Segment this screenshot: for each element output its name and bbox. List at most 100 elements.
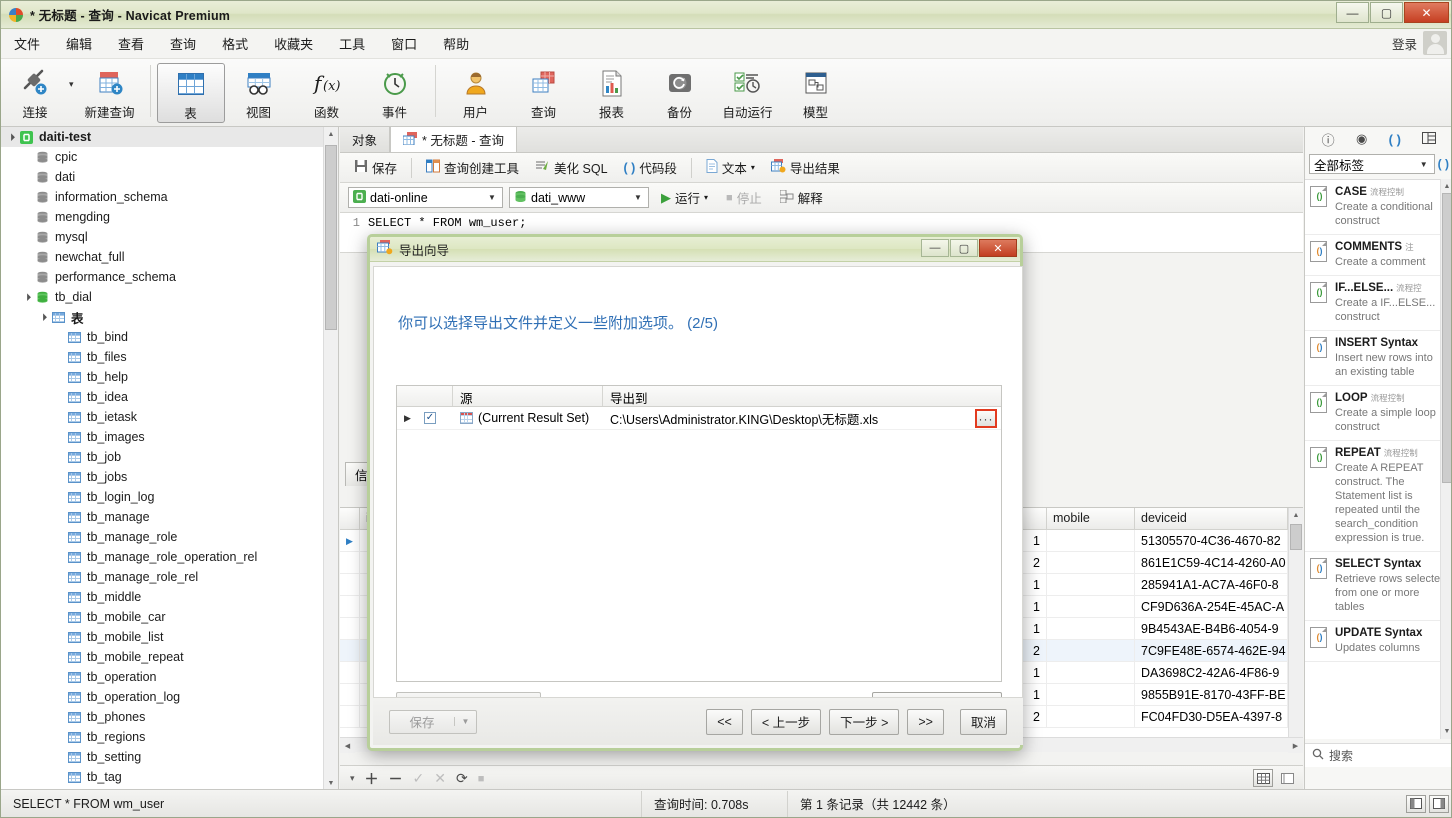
chevron-down-icon[interactable]: ▾ bbox=[350, 773, 355, 784]
menu-item-file[interactable]: 文件 bbox=[1, 30, 53, 57]
grid-vertical-scrollbar[interactable]: ▲ ▼ bbox=[1288, 508, 1303, 753]
toolbar-query[interactable]: 查询 bbox=[510, 63, 578, 123]
snippet-scroll-up-icon[interactable]: ▲ bbox=[1441, 179, 1452, 194]
export-row[interactable]: ▶✓(Current Result Set)C:\Users\Administr… bbox=[397, 407, 1001, 430]
grid-scroll-right-icon[interactable]: ▶ bbox=[1288, 738, 1303, 753]
cell-mobile[interactable] bbox=[1047, 640, 1135, 662]
toolbar-view[interactable]: 视图 bbox=[225, 63, 293, 123]
prev-step-button[interactable]: < 上一步 bbox=[751, 709, 821, 735]
toggle-left-panel-button[interactable] bbox=[1406, 795, 1426, 813]
last-step-button[interactable]: >> bbox=[907, 709, 944, 735]
tree-item-tb_manage_role_operation_rel[interactable]: tb_manage_role_operation_rel bbox=[1, 547, 338, 567]
menu-item-favorites[interactable]: 收藏夹 bbox=[261, 30, 326, 57]
toolbar-table[interactable]: 表 bbox=[157, 63, 225, 123]
toggle-right-panel-button[interactable] bbox=[1429, 795, 1449, 813]
minimize-button[interactable]: — bbox=[1336, 2, 1369, 23]
add-snippet-icon[interactable]: ( ) bbox=[1438, 157, 1449, 171]
tree-item-tb_manage_role[interactable]: tb_manage_role bbox=[1, 527, 338, 547]
tree-item-tb_job[interactable]: tb_job bbox=[1, 447, 338, 467]
tree-item-tb_manage[interactable]: tb_manage bbox=[1, 507, 338, 527]
grid-scroll-up-icon[interactable]: ▲ bbox=[1289, 508, 1303, 523]
tree-item-tb_ietask[interactable]: tb_ietask bbox=[1, 407, 338, 427]
tree-item-tb_manage_role_rel[interactable]: tb_manage_role_rel bbox=[1, 567, 338, 587]
chevron-down-icon[interactable]: ▼ bbox=[1416, 160, 1432, 169]
tree-item-tb_tag[interactable]: tb_tag bbox=[1, 767, 338, 787]
cell-mobile[interactable] bbox=[1047, 530, 1135, 552]
grid-scroll-thumb[interactable] bbox=[1290, 524, 1302, 550]
cell-deviceid[interactable]: 285941A1-AC7A-46F0-8 bbox=[1135, 574, 1288, 596]
cell-deviceid[interactable]: 51305570-4C36-4670-82 bbox=[1135, 530, 1288, 552]
info-icon[interactable]: ⓘ bbox=[1322, 130, 1335, 149]
tree-item-tb_mobile_repeat[interactable]: tb_mobile_repeat bbox=[1, 647, 338, 667]
tree-item-mengding[interactable]: mengding bbox=[1, 207, 338, 227]
export-col-target[interactable]: 导出到 bbox=[603, 386, 1001, 406]
refresh-icon[interactable]: ⟳ bbox=[456, 770, 468, 787]
add-record-icon[interactable]: ＋ bbox=[365, 769, 379, 789]
cell-mobile[interactable] bbox=[1047, 684, 1135, 706]
list-item[interactable]: ()SELECT SyntaxRetrieve rows selected fr… bbox=[1305, 552, 1452, 621]
grid-scroll-left-icon[interactable]: ◀ bbox=[340, 738, 355, 753]
toolbar-event[interactable]: 事件 bbox=[361, 63, 429, 123]
snippet-scroll-thumb[interactable] bbox=[1442, 193, 1452, 483]
tree-expander-icon[interactable]: ◢ bbox=[4, 130, 18, 144]
snippet-search-input[interactable]: 搜索 bbox=[1329, 747, 1353, 764]
snippet-tag-select[interactable]: 全部标签 ▼ bbox=[1309, 154, 1435, 174]
cell-deviceid[interactable]: CF9D636A-254E-45AC-A bbox=[1135, 596, 1288, 618]
list-item[interactable]: ()LOOP流程控制Create a simple loop construct bbox=[1305, 386, 1452, 441]
grid-view-button[interactable] bbox=[1253, 769, 1273, 787]
menu-item-tools[interactable]: 工具 bbox=[326, 30, 378, 57]
menu-item-format[interactable]: 格式 bbox=[209, 30, 261, 57]
code-icon[interactable]: ( ) bbox=[1389, 132, 1401, 147]
object-tree-panel[interactable]: ◢daiti-testcpicdatiinformation_schemamen… bbox=[1, 127, 339, 791]
tree-item-daiti-test[interactable]: ◢daiti-test bbox=[1, 127, 338, 147]
cell-mobile[interactable] bbox=[1047, 574, 1135, 596]
menu-item-query[interactable]: 查询 bbox=[157, 30, 209, 57]
tree-scrollbar[interactable]: ▲ ▼ bbox=[323, 127, 338, 791]
tree-item-cpic[interactable]: cpic bbox=[1, 147, 338, 167]
cell-mobile[interactable] bbox=[1047, 552, 1135, 574]
snippet-scrollbar[interactable]: ▲ ▼ bbox=[1440, 179, 1452, 739]
menu-item-window[interactable]: 窗口 bbox=[378, 30, 430, 57]
export-row-checkbox[interactable]: ✓ bbox=[417, 407, 453, 430]
toolbar-report[interactable]: 报表 bbox=[578, 63, 646, 123]
cell-deviceid[interactable]: DA3698C2-42A6-4F86-9 bbox=[1135, 662, 1288, 684]
tree-scroll-up-icon[interactable]: ▲ bbox=[324, 127, 338, 142]
toolbar-function[interactable]: f(x) 函数 bbox=[293, 63, 361, 123]
tree-item-tb_operation[interactable]: tb_operation bbox=[1, 667, 338, 687]
tree-item-tb_jobs[interactable]: tb_jobs bbox=[1, 467, 338, 487]
list-item[interactable]: ()UPDATE SyntaxUpdates columns bbox=[1305, 621, 1452, 662]
export-col-source[interactable]: 源 bbox=[453, 386, 603, 406]
tree-item-[interactable]: ◢表 bbox=[1, 307, 338, 327]
list-item[interactable]: ()INSERT SyntaxInsert new rows into an e… bbox=[1305, 331, 1452, 386]
tree-expander-icon[interactable]: ◢ bbox=[36, 310, 50, 324]
tree-item-tb_regions[interactable]: tb_regions bbox=[1, 727, 338, 747]
cell-mobile[interactable] bbox=[1047, 662, 1135, 684]
structure-icon[interactable] bbox=[1422, 132, 1436, 147]
tree-item-tb_bind[interactable]: tb_bind bbox=[1, 327, 338, 347]
tree-item-newchat_full[interactable]: newchat_full bbox=[1, 247, 338, 267]
list-item[interactable]: ()IF...ELSE...流程控Create a IF...ELSE... c… bbox=[1305, 276, 1452, 331]
tree-item-tb_middle[interactable]: tb_middle bbox=[1, 587, 338, 607]
column-header-deviceid[interactable]: deviceid bbox=[1135, 508, 1288, 529]
toolbar-model[interactable]: 模型 bbox=[782, 63, 850, 123]
cancel-button[interactable]: 取消 bbox=[960, 709, 1007, 735]
toolbar-user[interactable]: 用户 bbox=[442, 63, 510, 123]
toolbar-automation[interactable]: 自动运行 bbox=[714, 63, 782, 123]
tree-item-tb_images[interactable]: tb_images bbox=[1, 427, 338, 447]
chevron-down-icon[interactable]: ▼ bbox=[454, 717, 476, 726]
dialog-maximize-button[interactable]: ▢ bbox=[950, 239, 978, 257]
tree-item-tb_idea[interactable]: tb_idea bbox=[1, 387, 338, 407]
close-button[interactable]: ✕ bbox=[1404, 2, 1449, 23]
tree-item-tb_mobile_car[interactable]: tb_mobile_car bbox=[1, 607, 338, 627]
cell-deviceid[interactable]: 9B4543AE-B4B6-4054-9 bbox=[1135, 618, 1288, 640]
tree-item-performance_schema[interactable]: performance_schema bbox=[1, 267, 338, 287]
object-tree[interactable]: ◢daiti-testcpicdatiinformation_schemamen… bbox=[1, 127, 338, 787]
tree-item-tb_mobile_list[interactable]: tb_mobile_list bbox=[1, 627, 338, 647]
tree-item-information_schema[interactable]: information_schema bbox=[1, 187, 338, 207]
export-row-target[interactable]: C:\Users\Administrator.KING\Desktop\无标题.… bbox=[603, 407, 1001, 430]
dialog-minimize-button[interactable]: — bbox=[921, 239, 949, 257]
toolbar-new-query[interactable]: 新建查询 bbox=[76, 63, 144, 123]
avatar[interactable] bbox=[1423, 31, 1447, 55]
chevron-down-icon[interactable]: ▾ bbox=[69, 79, 74, 90]
cell-deviceid[interactable]: 9855B91E-8170-43FF-BE bbox=[1135, 684, 1288, 706]
